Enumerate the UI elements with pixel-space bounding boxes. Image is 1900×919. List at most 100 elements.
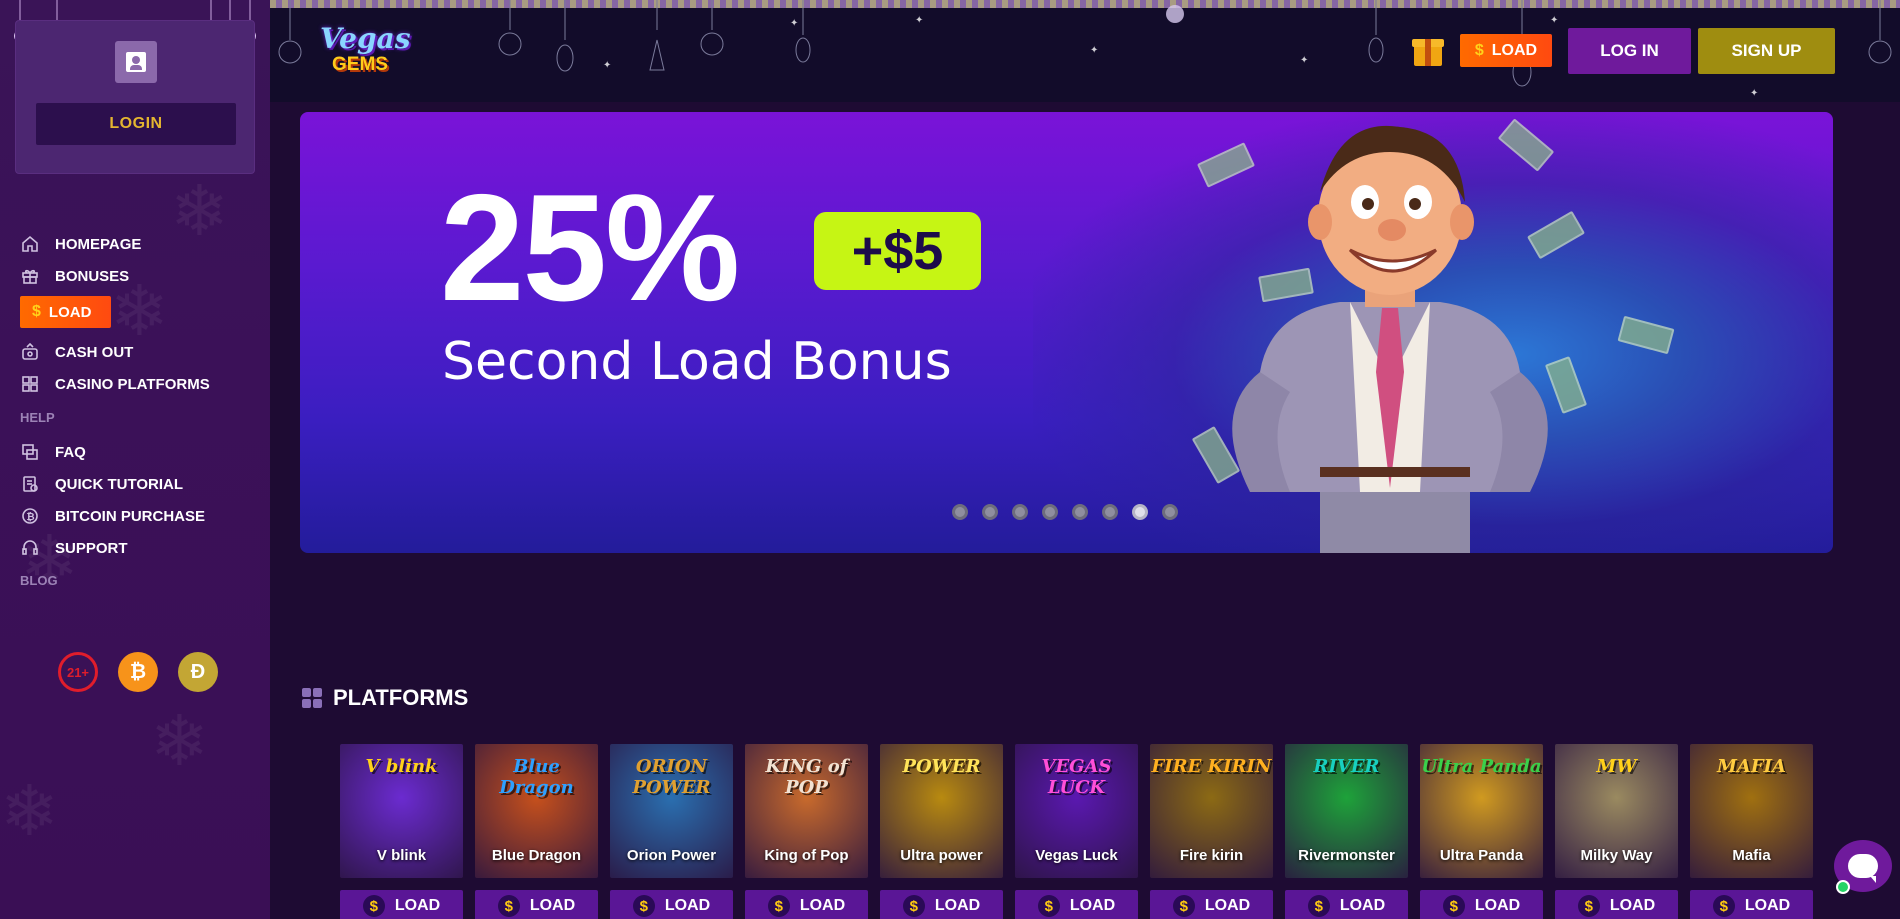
platform-thumbnail[interactable]: KING of POP King of Pop xyxy=(745,744,868,878)
cartoon-businessman-image xyxy=(1232,125,1548,553)
carousel-dot[interactable] xyxy=(1162,504,1178,520)
sidebar-item-faq[interactable]: FAQ xyxy=(20,436,260,468)
chat-widget-button[interactable] xyxy=(1834,840,1892,894)
platforms-header: PLATFORMS xyxy=(302,685,468,711)
sidebar-item-bonuses[interactable]: BONUSES xyxy=(20,260,260,292)
sidebar-load-label: LOAD xyxy=(48,303,92,321)
sidebar-item-support[interactable]: SUPPORT xyxy=(20,532,260,564)
platform-card: V blink V blink $ LOAD xyxy=(340,744,463,919)
platform-load-button[interactable]: $ LOAD xyxy=(340,890,463,919)
snowflake-decoration: ❄ xyxy=(0,772,59,850)
platform-load-button[interactable]: $ LOAD xyxy=(610,890,733,919)
sidebar-item-homepage[interactable]: HOMEPAGE xyxy=(20,228,260,260)
sidebar-item-casino-platforms[interactable]: CASINO PLATFORMS xyxy=(20,368,260,400)
platforms-title: PLATFORMS xyxy=(333,685,469,710)
platform-load-button[interactable]: $ LOAD xyxy=(1150,890,1273,919)
sidebar-login-button[interactable]: LOGIN xyxy=(36,103,236,145)
snowflake-decoration: ❄ xyxy=(150,702,209,780)
platform-load-button[interactable]: $ LOAD xyxy=(1285,890,1408,919)
platform-load-button[interactable]: $ LOAD xyxy=(745,890,868,919)
platform-card: Blue Dragon Blue Dragon $ LOAD xyxy=(475,744,598,919)
dollar-coin-icon: $ xyxy=(1037,895,1060,917)
chat-bubble-icon xyxy=(1848,854,1878,883)
carousel-dot[interactable] xyxy=(1042,504,1058,520)
payment-badges: 21+ ₿ Ð xyxy=(58,652,218,692)
sidebar-item-label: BITCOIN PURCHASE xyxy=(55,507,206,525)
avatar-icon xyxy=(115,41,157,83)
sidebar-item-label: CASH OUT xyxy=(55,343,134,361)
platform-load-button[interactable]: $ LOAD xyxy=(1015,890,1138,919)
platform-load-label: LOAD xyxy=(1609,897,1656,914)
banner-subtitle: Second Load Bonus xyxy=(442,332,952,392)
logo-text: GEMS xyxy=(332,54,388,75)
sidebar-item-label: BONUSES xyxy=(55,267,130,285)
platform-load-label: LOAD xyxy=(1339,897,1386,914)
blog-link[interactable]: BLOG xyxy=(20,564,260,598)
platform-load-button[interactable]: $ LOAD xyxy=(1420,890,1543,919)
header-signup-button[interactable]: SIGN UP xyxy=(1698,28,1835,74)
dollar-coin-icon: $ xyxy=(362,895,385,917)
help-section-title: HELP xyxy=(20,410,55,425)
logo-text: Vegas xyxy=(320,22,411,55)
promo-banner[interactable]: 25% +$5 Second Load Bonus xyxy=(300,112,1833,553)
carousel-dot[interactable] xyxy=(952,504,968,520)
platform-thumbnail[interactable]: ORION POWER Orion Power xyxy=(610,744,733,878)
dollar-coin-icon: $ xyxy=(1577,895,1600,917)
platform-load-button[interactable]: $ LOAD xyxy=(880,890,1003,919)
platform-name: Blue Dragon xyxy=(491,847,582,864)
platform-load-label: LOAD xyxy=(664,897,711,914)
carousel-dot[interactable] xyxy=(1102,504,1118,520)
platform-name: Fire kirin xyxy=(1179,847,1244,864)
dogecoin-badge-icon: Ð xyxy=(178,652,218,692)
platform-logo-art: VEGAS LUCK xyxy=(1041,756,1112,798)
gift-icon[interactable] xyxy=(1412,32,1444,66)
platform-logo-art: FIRE KIRIN xyxy=(1151,756,1272,777)
banner-headline: 25% xyxy=(440,163,740,333)
grid-icon xyxy=(20,374,40,394)
platform-thumbnail[interactable]: MAFIA Mafia xyxy=(1690,744,1813,878)
sidebar-item-quick-tutorial[interactable]: QUICK TUTORIAL xyxy=(20,468,260,500)
headset-icon xyxy=(20,538,40,558)
platform-load-button[interactable]: $ LOAD xyxy=(1555,890,1678,919)
sidebar-item-label: HOMEPAGE xyxy=(55,235,142,253)
vegas-gems-logo[interactable]: Vegas GEMS xyxy=(312,10,412,90)
sidebar-load-button[interactable]: $ LOAD xyxy=(20,296,111,328)
tutorial-icon xyxy=(20,474,40,494)
platform-thumbnail[interactable]: VEGAS LUCK Vegas Luck xyxy=(1015,744,1138,878)
platform-load-label: LOAD xyxy=(1744,897,1791,914)
platform-thumbnail[interactable]: FIRE KIRIN Fire kirin xyxy=(1150,744,1273,878)
platform-load-button[interactable]: $ LOAD xyxy=(475,890,598,919)
platform-card: VEGAS LUCK Vegas Luck $ LOAD xyxy=(1015,744,1138,919)
header-login-button[interactable]: LOG IN xyxy=(1568,28,1691,74)
sidebar-item-label: FAQ xyxy=(55,443,86,461)
platform-name: King of Pop xyxy=(764,847,849,864)
carousel-dot[interactable] xyxy=(1072,504,1088,520)
platform-load-label: LOAD xyxy=(1204,897,1251,914)
platform-thumbnail[interactable]: V blink V blink xyxy=(340,744,463,878)
header-load-label: LOAD xyxy=(1491,41,1538,59)
platform-card: POWER Ultra power $ LOAD xyxy=(880,744,1003,919)
platform-thumbnail[interactable]: Ultra Panda Ultra Panda xyxy=(1420,744,1543,878)
sidebar-item-cash-out[interactable]: CASH OUT xyxy=(20,336,260,368)
platform-thumbnail[interactable]: POWER Ultra power xyxy=(880,744,1003,878)
platform-card: MW Milky Way $ LOAD xyxy=(1555,744,1678,919)
platform-logo-art: KING of POP xyxy=(765,756,848,798)
platform-load-label: LOAD xyxy=(529,897,576,914)
platform-name: Mafia xyxy=(1732,847,1771,864)
carousel-dot[interactable] xyxy=(1132,504,1148,520)
dollar-coin-icon: $ xyxy=(1172,895,1195,917)
sidebar-item-bitcoin-purchase[interactable]: ₿ BITCOIN PURCHASE xyxy=(20,500,260,532)
platform-thumbnail[interactable]: Blue Dragon Blue Dragon xyxy=(475,744,598,878)
sidebar-item-label: SUPPORT xyxy=(55,539,128,557)
platform-load-label: LOAD xyxy=(1474,897,1521,914)
platform-thumbnail[interactable]: RIVER Rivermonster xyxy=(1285,744,1408,878)
carousel-dot[interactable] xyxy=(1012,504,1028,520)
platform-cards: V blink V blink $ LOAD Blue Dragon Blue Drago… xyxy=(340,744,1813,919)
header-load-button[interactable]: $ LOAD xyxy=(1460,34,1552,67)
carousel-dot[interactable] xyxy=(982,504,998,520)
platform-card: Ultra Panda Ultra Panda $ LOAD xyxy=(1420,744,1543,919)
platform-load-button[interactable]: $ LOAD xyxy=(1690,890,1813,919)
platform-card: RIVER Rivermonster $ LOAD xyxy=(1285,744,1408,919)
platform-thumbnail[interactable]: MW Milky Way xyxy=(1555,744,1678,878)
faq-icon xyxy=(20,442,40,462)
